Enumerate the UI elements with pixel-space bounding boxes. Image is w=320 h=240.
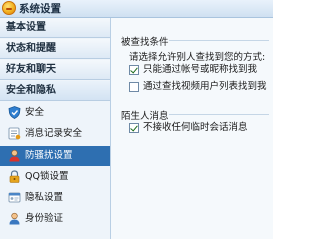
sidebar-item-message-record-security[interactable]: 消息记录安全: [0, 124, 110, 144]
find-conditions-description: 请选择允许别人查找到您的方式:: [129, 52, 266, 63]
settings-window: 系统设置 基本设置 状态和提醒 好友和聊天 安全和隐私 安全 消息记录安全 防骚…: [0, 0, 273, 239]
identity-icon: [9, 212, 20, 225]
shield-icon: [8, 106, 21, 119]
section-divider: [169, 40, 269, 41]
title-bar[interactable]: 系统设置: [0, 0, 273, 18]
qq-lock-icon: [9, 170, 20, 183]
window-title: 系统设置: [19, 3, 61, 15]
message-record-icon: [8, 127, 21, 140]
sidebar-item-identity-verification[interactable]: 身份验证: [0, 209, 110, 229]
section-divider: [169, 114, 269, 115]
group-basic-settings[interactable]: 基本设置: [0, 18, 110, 38]
group-security-and-privacy[interactable]: 安全和隐私: [0, 81, 110, 101]
checkmark-icon: [130, 65, 138, 74]
sidebar-item-label: QQ锁设置: [25, 171, 69, 182]
settings-sidebar: 基本设置 状态和提醒 好友和聊天 安全和隐私 安全 消息记录安全 防骚扰设置 Q…: [0, 18, 111, 239]
sidebar-item-label: 防骚扰设置: [25, 150, 73, 161]
find-conditions-title: 被查找条件: [121, 37, 169, 48]
sidebar-item-privacy[interactable]: 隐私设置: [0, 188, 110, 208]
sidebar-item-security[interactable]: 安全: [0, 103, 110, 123]
sidebar-item-label: 隐私设置: [25, 192, 64, 203]
privacy-icon: [8, 192, 21, 203]
group-status-and-reminders[interactable]: 状态和提醒: [0, 39, 110, 59]
checkmark-icon: [130, 123, 138, 132]
sidebar-item-anti-harassment[interactable]: 防骚扰设置: [0, 146, 110, 166]
checkbox[interactable]: [129, 65, 139, 75]
checkbox[interactable]: [129, 123, 139, 133]
option-label: 不接收任何临时会话消息: [143, 122, 248, 133]
option-label: 只能通过帐号或昵称找到我: [143, 64, 258, 75]
sidebar-item-qq-lock[interactable]: QQ锁设置: [0, 167, 110, 187]
settings-content-panel: 被查找条件 请选择允许别人查找到您的方式: 只能通过帐号或昵称找到我 通过查找视…: [111, 18, 273, 239]
group-friends-and-chat[interactable]: 好友和聊天: [0, 60, 110, 80]
stranger-messages-title: 陌生人消息: [121, 111, 169, 122]
sidebar-item-label: 身份验证: [25, 213, 64, 224]
checkbox[interactable]: [129, 82, 139, 92]
sidebar-item-label: 安全: [25, 107, 45, 118]
anti-harassment-icon: [9, 149, 20, 162]
qq-app-icon: [2, 1, 16, 15]
option-label: 通过查找视频用户列表找到我: [143, 81, 267, 92]
sidebar-item-label: 消息记录安全: [25, 128, 83, 139]
